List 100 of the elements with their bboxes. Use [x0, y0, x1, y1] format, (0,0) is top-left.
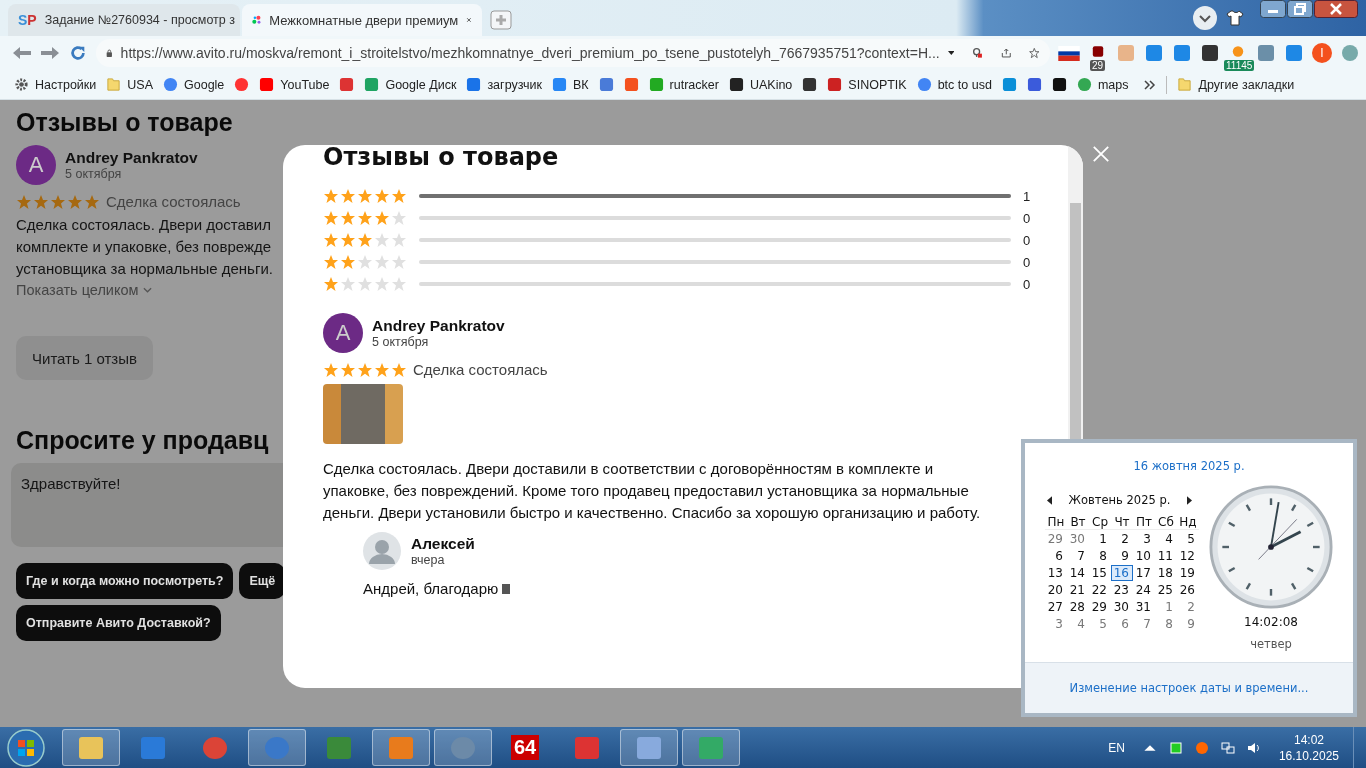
- calendar-day[interactable]: 25: [1155, 582, 1177, 598]
- bookmark-link[interactable]: UAKino: [728, 77, 793, 92]
- suggestion-chip[interactable]: Отправите Авито Доставкой?: [16, 605, 221, 641]
- bookmark-link[interactable]: rutracker: [648, 77, 719, 92]
- taskbar-app-button[interactable]: [248, 729, 306, 766]
- start-button[interactable]: [6, 727, 46, 768]
- calendar-day[interactable]: 3: [1133, 531, 1155, 547]
- calendar-day[interactable]: 7: [1067, 548, 1089, 564]
- calendar-day[interactable]: 29: [1089, 599, 1111, 615]
- calendar-day[interactable]: 29: [1045, 531, 1067, 547]
- calendar-day[interactable]: 17: [1133, 565, 1155, 581]
- calendar-day[interactable]: 3: [1045, 616, 1067, 632]
- calendar-day[interactable]: 30: [1067, 531, 1089, 547]
- photo-placeholder[interactable]: [323, 384, 403, 444]
- calendar-day[interactable]: 21: [1067, 582, 1089, 598]
- bookmark-icon[interactable]: [1051, 77, 1067, 92]
- close-window-button[interactable]: [1314, 0, 1358, 18]
- show-full-link[interactable]: Показать целиком: [16, 282, 152, 298]
- calendar-day[interactable]: 12: [1177, 548, 1199, 564]
- calendar-day[interactable]: 8: [1089, 548, 1111, 564]
- volume-icon[interactable]: [1246, 740, 1261, 755]
- bookmark-link[interactable]: YouTube: [259, 77, 330, 92]
- bookmark-star-icon[interactable]: [1029, 45, 1040, 61]
- calendar-day[interactable]: 31: [1133, 599, 1155, 615]
- calendar-day[interactable]: 7: [1133, 616, 1155, 632]
- more-bookmarks-icon[interactable]: [1144, 79, 1157, 90]
- address-bar[interactable]: https://www.avito.ru/moskva/remont_i_stroitelstvo/mezhkomnatnye_dveri_premium_po_tsene_pustotelyh_7667935751?context=H...: [96, 39, 1050, 67]
- reload-icon[interactable]: [68, 44, 88, 62]
- bookmark-link[interactable]: btc to usd: [916, 77, 992, 92]
- calendar-day[interactable]: 16: [1111, 565, 1133, 581]
- bookmark-link[interactable]: SINOPTIK: [827, 77, 907, 92]
- tray-app-icon[interactable]: [1168, 740, 1183, 755]
- calendar-day[interactable]: 4: [1155, 531, 1177, 547]
- calendar-day[interactable]: 20: [1045, 582, 1067, 598]
- tab-search-button[interactable]: [1192, 5, 1218, 31]
- bookmark-link[interactable]: Google Диск: [364, 77, 457, 92]
- calendar-day[interactable]: 27: [1045, 599, 1067, 615]
- bookmark-link[interactable]: загрузчик: [466, 77, 542, 92]
- taskbar-app-button[interactable]: [434, 729, 492, 766]
- calendar-day[interactable]: 11: [1155, 548, 1177, 564]
- calendar-day[interactable]: 6: [1045, 548, 1067, 564]
- calendar-day[interactable]: 9: [1177, 616, 1199, 632]
- back-icon[interactable]: [12, 44, 32, 62]
- calendar-day[interactable]: 15: [1089, 565, 1111, 581]
- previous-month-icon[interactable]: [1047, 495, 1052, 505]
- flag-icon[interactable]: [1058, 45, 1080, 61]
- calendar-day[interactable]: 2: [1177, 599, 1199, 615]
- other-bookmarks-folder[interactable]: Другие закладки: [1177, 77, 1295, 92]
- caret-icon[interactable]: [947, 50, 955, 56]
- calendar-day[interactable]: 30: [1111, 599, 1133, 615]
- tray-app-icon[interactable]: [1194, 740, 1209, 755]
- current-date-link[interactable]: 16 жовтня 2025 р.: [1133, 459, 1245, 473]
- calendar-day[interactable]: 2: [1111, 531, 1133, 547]
- calendar-day[interactable]: 13: [1045, 565, 1067, 581]
- restore-button[interactable]: [1287, 0, 1313, 18]
- calendar-day[interactable]: 14: [1067, 565, 1089, 581]
- bookmark-link[interactable]: Настройки: [14, 77, 97, 92]
- calendar-day[interactable]: 22: [1089, 582, 1111, 598]
- taskbar-app-button[interactable]: [620, 729, 678, 766]
- browser-tab[interactable]: Межкомнатные двери премиум: [242, 4, 482, 36]
- calendar-day[interactable]: 5: [1089, 616, 1111, 632]
- read-reviews-button[interactable]: Читать 1 отзыв: [16, 336, 153, 380]
- calendar-day[interactable]: 28: [1067, 599, 1089, 615]
- bookmark-link[interactable]: maps: [1076, 77, 1129, 92]
- minimize-button[interactable]: [1260, 0, 1286, 18]
- calendar-day[interactable]: 1: [1155, 599, 1177, 615]
- calendar-day[interactable]: 5: [1177, 531, 1199, 547]
- bookmark-icon[interactable]: [802, 77, 818, 92]
- calendar-day[interactable]: 1: [1089, 531, 1111, 547]
- bookmark-link[interactable]: Google: [163, 77, 225, 92]
- calendar-day[interactable]: 24: [1133, 582, 1155, 598]
- calendar-day[interactable]: 10: [1133, 548, 1155, 564]
- next-month-icon[interactable]: [1187, 495, 1192, 505]
- close-icon[interactable]: [1092, 145, 1110, 163]
- key-blocked-icon[interactable]: [972, 45, 983, 61]
- taskbar-app-button[interactable]: [372, 729, 430, 766]
- calendar-day[interactable]: 19: [1177, 565, 1199, 581]
- taskbar-app-button[interactable]: 64: [496, 729, 554, 766]
- forward-icon[interactable]: [40, 44, 60, 62]
- suggestion-chip[interactable]: Где и когда можно посмотреть?: [16, 563, 234, 599]
- taskbar-app-button[interactable]: [682, 729, 740, 766]
- shirt-icon[interactable]: [1226, 10, 1244, 26]
- month-title[interactable]: Жовтень 2025 р.: [1068, 493, 1171, 507]
- taskbar-clock[interactable]: 14:02 16.10.2025: [1278, 731, 1339, 764]
- calendar-day[interactable]: 6: [1111, 616, 1133, 632]
- bookmark-link[interactable]: USA: [106, 77, 153, 92]
- calendar-day[interactable]: 9: [1111, 548, 1133, 564]
- new-tab-button[interactable]: [490, 10, 512, 30]
- taskbar-app-button[interactable]: [62, 729, 120, 766]
- bookmark-link[interactable]: ВК: [552, 77, 589, 92]
- extension-icon[interactable]: [1200, 43, 1220, 63]
- language-indicator[interactable]: EN: [1108, 740, 1125, 755]
- calendar-day[interactable]: 4: [1067, 616, 1089, 632]
- close-icon[interactable]: [466, 15, 472, 25]
- calendar-day[interactable]: 26: [1177, 582, 1199, 598]
- calendar-day[interactable]: 8: [1155, 616, 1177, 632]
- calendar-day[interactable]: 18: [1155, 565, 1177, 581]
- browser-tab[interactable]: SP Задание №2760934 - просмотр з: [8, 4, 240, 36]
- calendar-day[interactable]: 23: [1111, 582, 1133, 598]
- suggestion-chip[interactable]: Ещё: [239, 563, 286, 599]
